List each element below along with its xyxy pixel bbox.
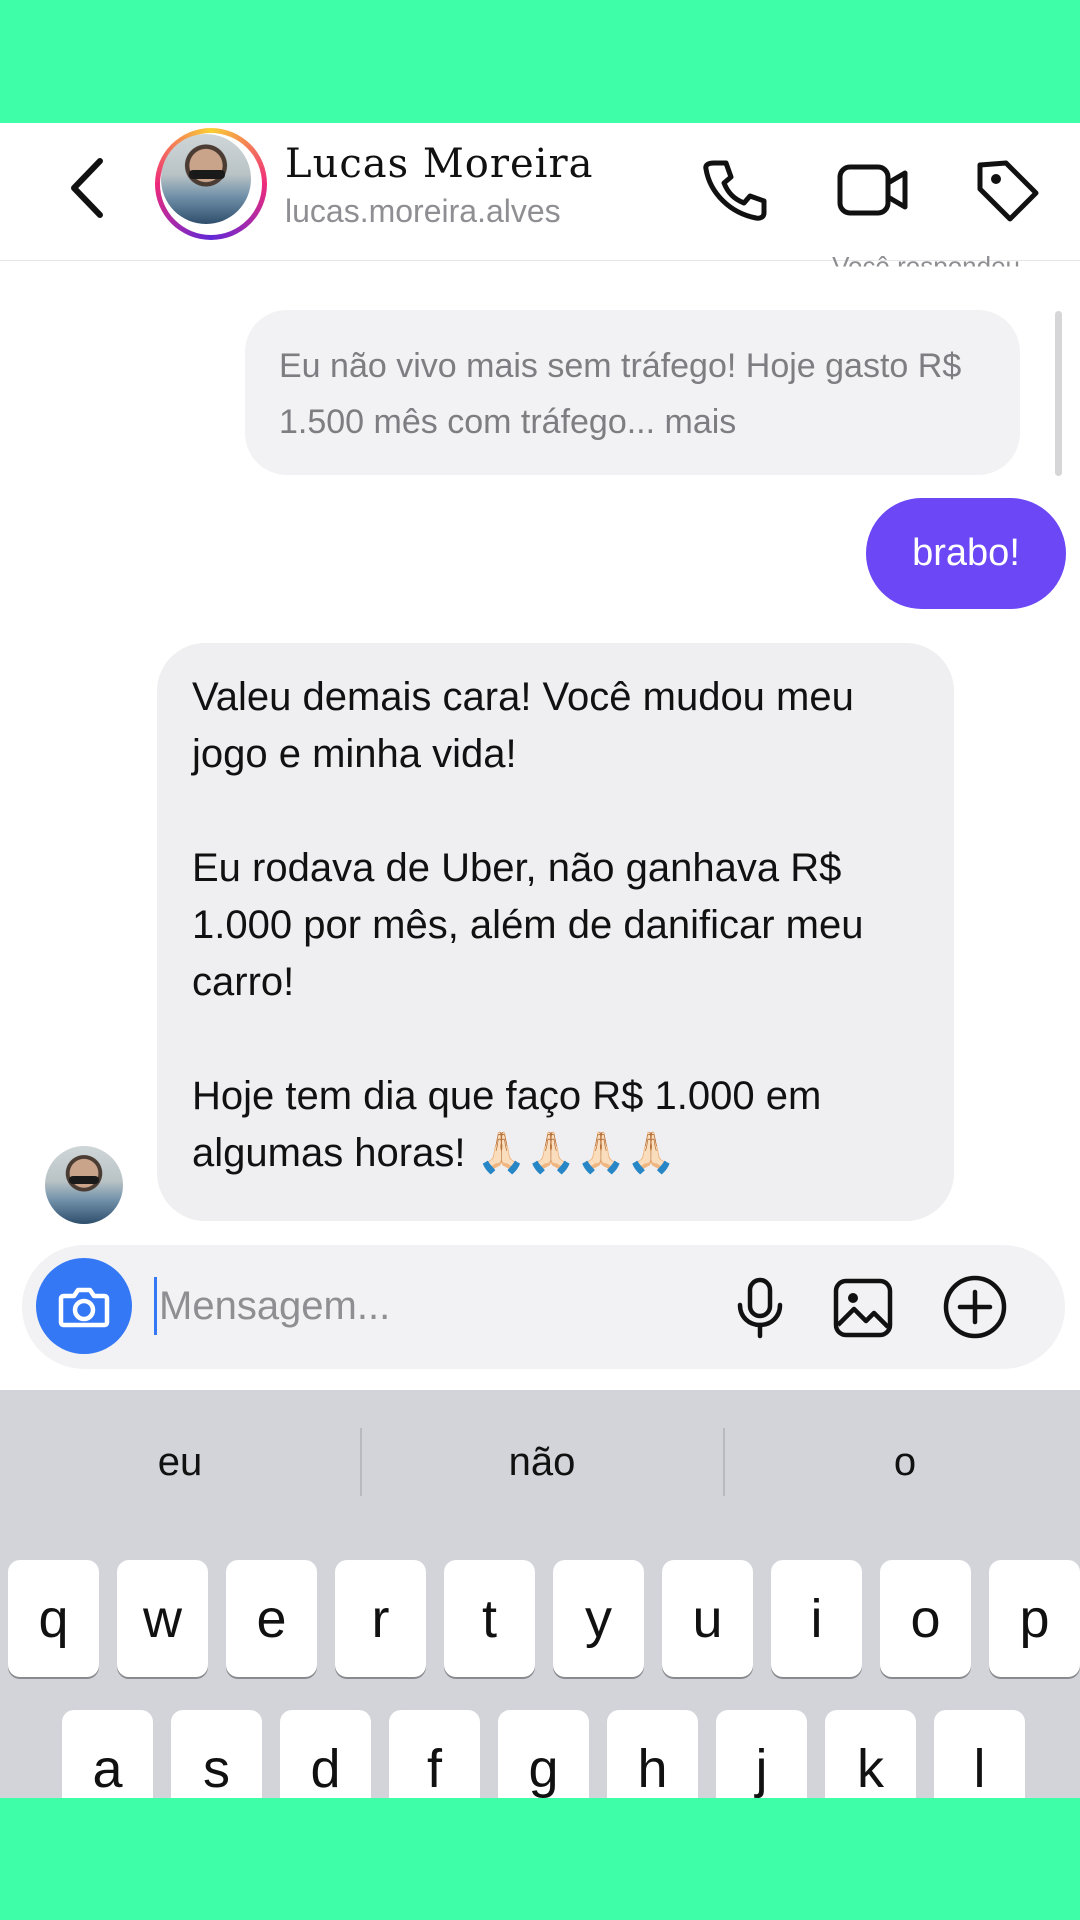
contact-handle: lucas.moreira.alves xyxy=(285,193,561,229)
key-t[interactable]: t xyxy=(444,1560,535,1677)
key-e[interactable]: e xyxy=(226,1560,317,1677)
key-l[interactable]: l xyxy=(934,1710,1025,1798)
sender-avatar[interactable] xyxy=(45,1146,123,1224)
suggestion-2[interactable]: não xyxy=(362,1390,722,1535)
text-caret xyxy=(154,1277,157,1335)
suggestion-3[interactable]: o xyxy=(725,1390,1080,1535)
key-w[interactable]: w xyxy=(117,1560,208,1677)
plus-circle-icon[interactable] xyxy=(942,1274,1008,1340)
keyboard: eu não o q w e r t y u i o p a s d f g h… xyxy=(0,1390,1080,1798)
key-f[interactable]: f xyxy=(389,1710,480,1798)
quoted-message[interactable]: Eu não vivo mais sem tráfego! Hoje gasto… xyxy=(245,310,1020,475)
key-r[interactable]: r xyxy=(335,1560,426,1677)
contact-avatar[interactable] xyxy=(155,128,267,240)
microphone-icon[interactable] xyxy=(732,1277,788,1339)
key-g[interactable]: g xyxy=(498,1710,589,1798)
received-message[interactable]: Valeu demais cara! Você mudou meu jogo e… xyxy=(157,643,954,1221)
suggestion-1[interactable]: eu xyxy=(0,1390,360,1535)
key-h[interactable]: h xyxy=(607,1710,698,1798)
scrollbar[interactable] xyxy=(1055,311,1062,476)
key-o[interactable]: o xyxy=(880,1560,971,1677)
key-y[interactable]: y xyxy=(553,1560,644,1677)
key-q[interactable]: q xyxy=(8,1560,99,1677)
camera-icon xyxy=(58,1287,110,1328)
dm-screen: Lucas Moreira lucas.moreira.alves Você r… xyxy=(0,123,1080,1798)
message-input[interactable] xyxy=(159,1273,659,1339)
back-chevron-icon[interactable] xyxy=(60,153,120,223)
key-k[interactable]: k xyxy=(825,1710,916,1798)
key-a[interactable]: a xyxy=(62,1710,153,1798)
key-s[interactable]: s xyxy=(171,1710,262,1798)
video-camera-icon[interactable] xyxy=(835,155,910,225)
key-p[interactable]: p xyxy=(989,1560,1080,1677)
gallery-icon[interactable] xyxy=(832,1277,894,1339)
key-i[interactable]: i xyxy=(771,1560,862,1677)
message-composer xyxy=(22,1245,1065,1369)
phone-icon[interactable] xyxy=(700,155,770,225)
key-u[interactable]: u xyxy=(662,1560,753,1677)
message-paragraph: Valeu demais cara! Você mudou meu jogo e… xyxy=(192,675,854,776)
contact-name[interactable]: Lucas Moreira xyxy=(285,141,593,187)
message-paragraph: Eu rodava de Uber, não ganhava R$ 1.000 … xyxy=(192,846,864,1004)
key-d[interactable]: d xyxy=(280,1710,371,1798)
key-j[interactable]: j xyxy=(716,1710,807,1798)
sent-message[interactable]: brabo! xyxy=(866,498,1066,609)
reply-label: Você respondeu xyxy=(832,251,1020,281)
tag-icon[interactable] xyxy=(972,155,1042,225)
camera-button[interactable] xyxy=(36,1258,132,1354)
message-paragraph: Hoje tem dia que faço R$ 1.000 em alguma… xyxy=(192,1074,822,1175)
chat-header: Lucas Moreira lucas.moreira.alves xyxy=(0,123,1080,261)
